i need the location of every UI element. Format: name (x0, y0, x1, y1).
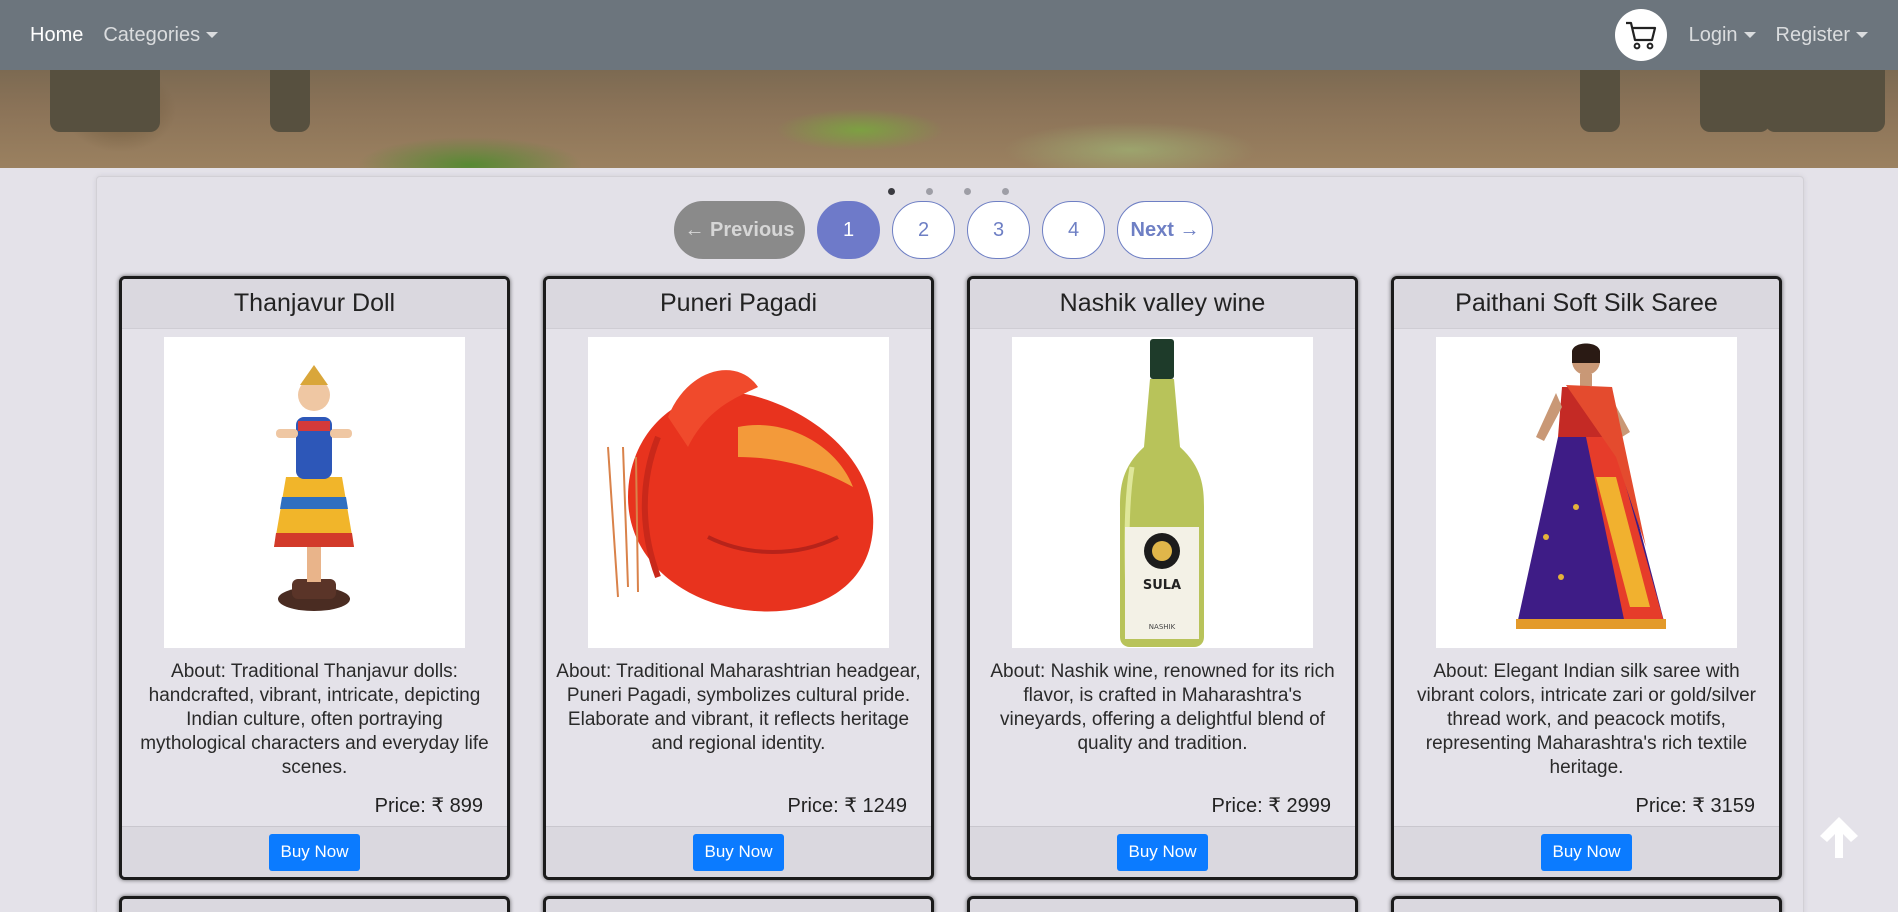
carousel-dot[interactable] (926, 188, 933, 195)
product-card: Puneri Pagadi About: Traditional Maharas… (543, 276, 934, 880)
previous-page-button[interactable]: ← Previous (674, 201, 805, 259)
chevron-down-icon (1743, 32, 1756, 38)
product-title: Thanjavur Doll (122, 279, 507, 329)
nav-right: Login Register (1614, 9, 1868, 61)
tree-trunk (1765, 70, 1885, 132)
product-card: Thanjavur Doll About: Traditional Thanja… (119, 276, 510, 880)
wine-bottle-image: SULA NASHIK (1120, 339, 1204, 647)
product-price: Price: ₹ 3159 (1635, 795, 1755, 817)
nav-categories-label: Categories (103, 23, 201, 46)
product-price: Price: ₹ 1249 (787, 795, 907, 817)
page-3-button[interactable]: 3 (967, 201, 1030, 259)
carousel-dot[interactable] (1002, 188, 1009, 195)
card-footer: Buy Now (1394, 826, 1779, 877)
pagination: ← Previous 1 2 3 4 Next → (674, 201, 1213, 259)
product-price: Price: ₹ 2999 (1211, 795, 1331, 817)
card-footer: Buy Now (546, 826, 931, 877)
wine-label-brand: SULA (1143, 578, 1181, 593)
product-price: Price: ₹ 899 (374, 795, 483, 817)
thanjavur-doll-image (274, 365, 354, 611)
carousel-dot[interactable] (888, 188, 895, 195)
puneri-pagadi-image (607, 370, 874, 612)
product-image: SULA NASHIK (1012, 337, 1313, 648)
product-title: Paithani Soft Silk Saree (1394, 279, 1779, 329)
tree-trunk (1700, 70, 1770, 132)
buy-now-button[interactable]: Buy Now (1117, 833, 1208, 871)
product-card: Paithani Soft Silk Saree About: Elegant … (1391, 276, 1782, 880)
product-image (588, 337, 889, 648)
product-card-partial (967, 896, 1358, 912)
forest-banner-image (0, 70, 1898, 168)
product-title: Nashik valley wine (970, 279, 1355, 329)
shopping-cart-icon (1625, 21, 1656, 50)
product-description: About: Elegant Indian silk saree with vi… (1417, 661, 1756, 778)
buy-now-button[interactable]: Buy Now (1541, 833, 1632, 871)
product-card-partial (119, 896, 510, 912)
page-4-button[interactable]: 4 (1042, 201, 1105, 259)
nav-login-dropdown[interactable]: Login (1689, 24, 1756, 47)
product-description: About: Traditional Thanjavur dolls: hand… (140, 661, 489, 778)
next-page-button[interactable]: Next → (1117, 201, 1213, 259)
card-footer: Buy Now (122, 826, 507, 877)
chevron-down-icon (1856, 32, 1868, 38)
page-2-button[interactable]: 2 (892, 201, 955, 259)
card-footer: Buy Now (970, 826, 1355, 877)
arrow-up-icon (1820, 817, 1858, 858)
scroll-to-top-button[interactable] (1817, 814, 1861, 860)
nav-categories-dropdown[interactable]: Categories (103, 23, 219, 47)
saree-model-image (1516, 343, 1666, 629)
chevron-down-icon (206, 32, 219, 38)
nav-login-label: Login (1688, 23, 1738, 46)
cart-button[interactable] (1614, 9, 1667, 61)
product-description: About: Nashik wine, renowned for its ric… (990, 661, 1335, 754)
nav-register-dropdown[interactable]: Register (1776, 24, 1868, 47)
nav-register-label: Register (1775, 23, 1850, 46)
page-1-button[interactable]: 1 (817, 201, 880, 259)
product-title: Puneri Pagadi (546, 279, 931, 329)
nav-left: Home Categories (30, 23, 219, 47)
carousel-indicators (888, 188, 1009, 195)
carousel-dot[interactable] (964, 188, 971, 195)
wine-label-region: NASHIK (1149, 623, 1176, 631)
nav-home-link[interactable]: Home (30, 24, 83, 47)
product-card: Nashik valley wine SULA NASHIK About: Na… (967, 276, 1358, 880)
tree-trunk (1580, 70, 1620, 132)
navbar: Home Categories Login Register (0, 0, 1898, 70)
tree-trunk (270, 70, 310, 132)
product-description: About: Traditional Maharashtrian headgea… (556, 661, 921, 754)
product-card-partial (543, 896, 934, 912)
tree-trunk (50, 70, 160, 132)
product-image (1436, 337, 1737, 648)
product-image (164, 337, 465, 648)
product-card-partial (1391, 896, 1782, 912)
buy-now-button[interactable]: Buy Now (693, 833, 784, 871)
buy-now-button[interactable]: Buy Now (269, 833, 360, 871)
